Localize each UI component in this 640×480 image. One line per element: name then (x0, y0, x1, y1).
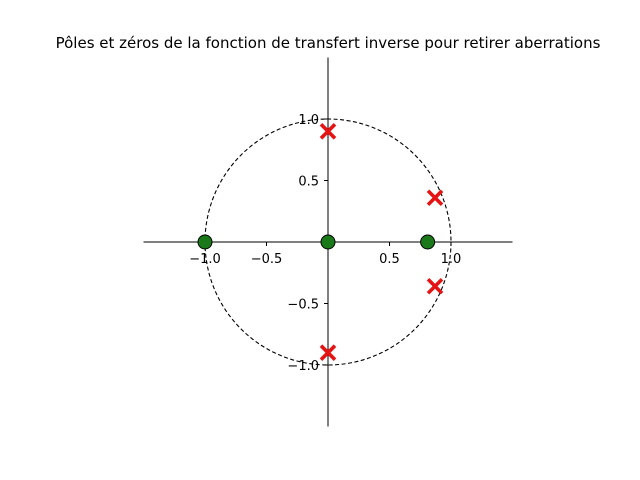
pole-marker (426, 189, 444, 206)
zero-marker (197, 234, 213, 250)
y-tick-label: 1.0 (298, 113, 319, 128)
pole-zero-plot: −1.0 −0.5 0.5 1.0 1.0 0.5 −0.5 −1.0 (143, 57, 513, 427)
x-tick-label: −0.5 (251, 252, 283, 267)
x-tick-label: 1.0 (441, 252, 462, 267)
x-tick-label: 0.5 (379, 252, 400, 267)
y-tick-label: 0.5 (298, 175, 319, 190)
zero-marker (320, 234, 336, 250)
zero-marker (420, 234, 436, 250)
y-tick-label: −1.0 (287, 359, 319, 374)
pole-marker (426, 278, 444, 295)
x-tick-label: −1.0 (189, 252, 221, 267)
y-tick-label: −0.5 (287, 298, 319, 313)
